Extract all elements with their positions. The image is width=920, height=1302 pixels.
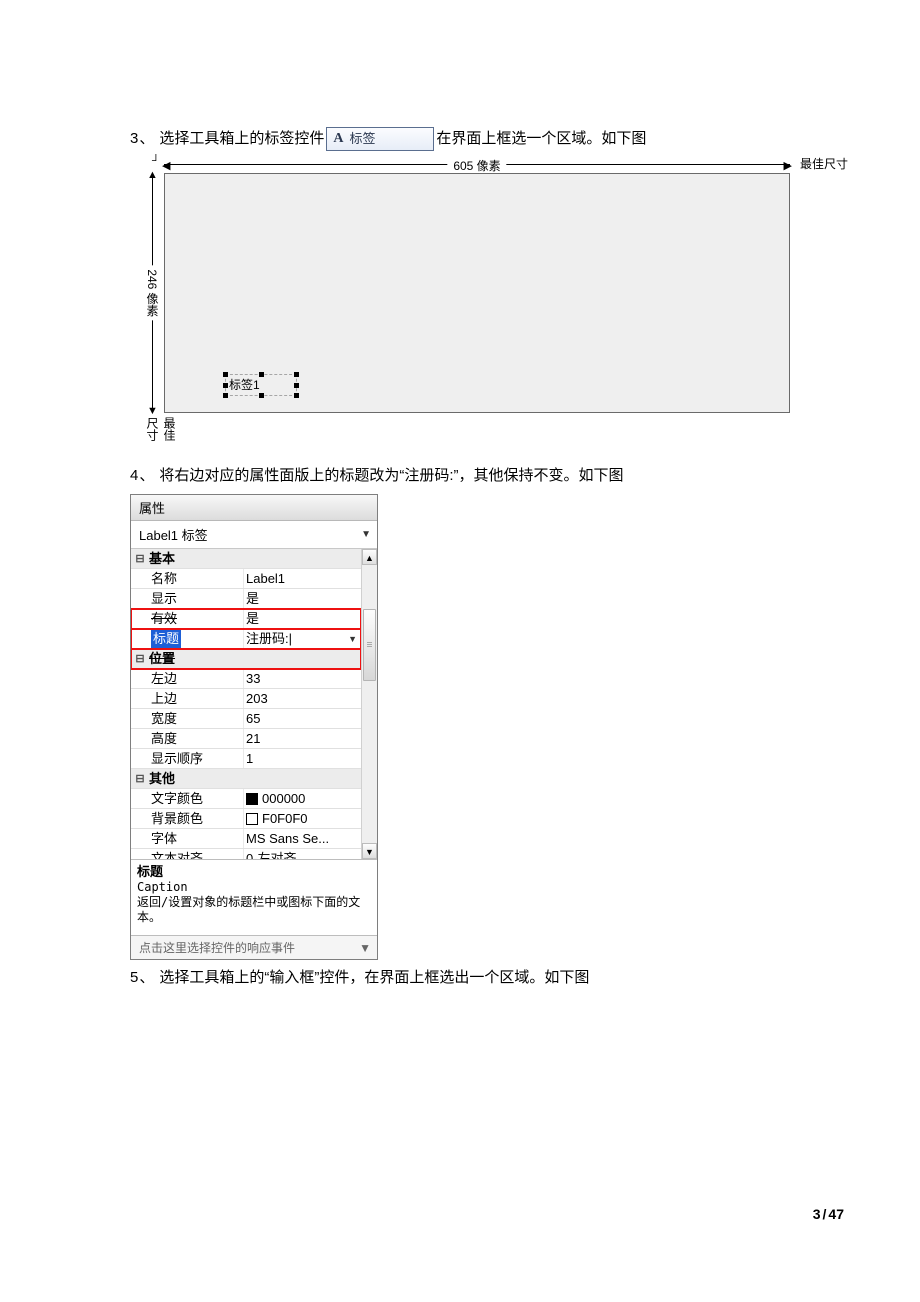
step-5-body: 选择工具箱上的“输入框”控件，在界面上框选出一个区域。如下图 bbox=[159, 966, 589, 990]
section-position[interactable]: ⊟ 位置 bbox=[131, 649, 361, 669]
vertical-dimension: ▲ ▼ 246 像素 bbox=[146, 173, 160, 413]
section-basic[interactable]: ⊟ 基本 bbox=[131, 549, 361, 569]
label-control-text: 标签1 bbox=[229, 378, 260, 392]
prop-caption-name: 标题 bbox=[151, 629, 181, 648]
properties-panel: 属性 Label1 标签 ▼ ⊟ 基本 名称 Label1 显示 是 bbox=[130, 494, 378, 960]
color-swatch-icon bbox=[246, 793, 258, 805]
form-design-area[interactable]: 标签1 bbox=[164, 173, 790, 413]
design-canvas-figure: ┘ ◀ ▶ 605 像素 最佳尺寸 ▲ ▼ 246 像素 最佳尺寸 标签1 bbox=[130, 155, 790, 450]
arrow-up-icon: ▲ bbox=[147, 169, 158, 181]
property-description: 标题 Caption 返回/设置对象的标题栏中或图标下面的文本。 bbox=[131, 859, 377, 935]
desc-title: 标题 bbox=[137, 864, 371, 880]
prop-row-height[interactable]: 高度 21 bbox=[131, 729, 361, 749]
toolbox-label-button[interactable]: A 标签 bbox=[326, 127, 434, 151]
prop-caption-value[interactable]: 注册码:| bbox=[246, 629, 292, 648]
selected-label-control[interactable]: 标签1 bbox=[225, 374, 297, 396]
scroll-up-icon[interactable]: ▲ bbox=[362, 549, 377, 565]
object-selector[interactable]: Label1 标签 ▼ bbox=[131, 521, 377, 549]
prop-row-width[interactable]: 宽度 65 bbox=[131, 709, 361, 729]
prop-row-name[interactable]: 名称 Label1 bbox=[131, 569, 361, 589]
collapse-icon: ⊟ bbox=[131, 769, 149, 788]
object-selector-text: Label1 标签 bbox=[139, 525, 208, 544]
color-swatch-icon bbox=[246, 813, 258, 825]
step-4-body: 将右边对应的属性面版上的标题改为“注册码:”，其他保持不变。如下图 bbox=[159, 464, 623, 488]
event-selector-text: 点击这里选择控件的响应事件 bbox=[139, 939, 295, 956]
prop-row-align[interactable]: 文本对齐 0-左对齐 bbox=[131, 849, 361, 859]
step-3-after: 在界面上框选一个区域。如下图 bbox=[436, 127, 646, 151]
chevron-down-icon: ▼ bbox=[359, 941, 371, 955]
prop-row-left[interactable]: 左边 33 bbox=[131, 669, 361, 689]
collapse-icon: ⊟ bbox=[131, 649, 149, 668]
best-size-bottom: 最佳尺寸 bbox=[144, 417, 178, 450]
step-4-prefix: 4、 bbox=[130, 464, 155, 488]
prop-row-forecolor[interactable]: 文字颜色 000000 bbox=[131, 789, 361, 809]
step-4-text: 4、 将右边对应的属性面版上的标题改为“注册码:”，其他保持不变。如下图 bbox=[130, 464, 850, 488]
toolbox-label-text: 标签 bbox=[349, 129, 375, 150]
step-3-prefix: 3、 bbox=[130, 127, 155, 151]
step-3-text: 3、 选择工具箱上的标签控件 A 标签 在界面上框选一个区域。如下图 bbox=[130, 127, 850, 151]
section-other[interactable]: ⊟ 其他 bbox=[131, 769, 361, 789]
prop-row-visible[interactable]: 显示 是 bbox=[131, 589, 361, 609]
arrow-down-icon: ▼ bbox=[147, 405, 158, 417]
prop-row-top[interactable]: 上边 203 bbox=[131, 689, 361, 709]
collapse-icon: ⊟ bbox=[131, 549, 149, 568]
horizontal-dimension-label: 605 像素 bbox=[447, 157, 506, 174]
event-selector[interactable]: 点击这里选择控件的响应事件 ▼ bbox=[131, 935, 377, 959]
property-scrollbar[interactable]: ▲ ▼ bbox=[361, 549, 377, 859]
step-5-text: 5、 选择工具箱上的“输入框”控件，在界面上框选出一个区域。如下图 bbox=[130, 966, 850, 990]
prop-row-font[interactable]: 字体 MS Sans Se... bbox=[131, 829, 361, 849]
desc-text: 返回/设置对象的标题栏中或图标下面的文本。 bbox=[137, 895, 371, 925]
text-icon: A bbox=[333, 128, 343, 150]
best-size-right: 最佳尺寸 bbox=[800, 155, 848, 172]
scroll-thumb[interactable] bbox=[363, 609, 376, 681]
horizontal-dimension: ◀ ▶ 605 像素 bbox=[164, 159, 790, 171]
property-grid: ⊟ 基本 名称 Label1 显示 是 有效 是 标 bbox=[131, 549, 361, 859]
arrow-left-icon: ◀ bbox=[162, 159, 170, 172]
ruler-corner-icon: ┘ bbox=[152, 155, 160, 167]
prop-row-backcolor[interactable]: 背景颜色 F0F0F0 bbox=[131, 809, 361, 829]
chevron-down-icon: ▼ bbox=[361, 529, 371, 540]
page-number: 3/47 bbox=[813, 1206, 844, 1222]
properties-panel-title: 属性 bbox=[131, 495, 377, 521]
chevron-down-icon[interactable]: ▼ bbox=[348, 629, 357, 648]
vertical-dimension-label: 246 像素 bbox=[144, 265, 161, 320]
step-5-prefix: 5、 bbox=[130, 966, 155, 990]
step-3-before: 选择工具箱上的标签控件 bbox=[159, 127, 324, 151]
scroll-down-icon[interactable]: ▼ bbox=[362, 843, 377, 859]
prop-row-caption[interactable]: 标题 注册码:| ▼ bbox=[131, 629, 361, 649]
prop-row-enabled[interactable]: 有效 是 bbox=[131, 609, 361, 629]
desc-english: Caption bbox=[137, 880, 371, 895]
arrow-right-icon: ▶ bbox=[784, 159, 792, 172]
prop-row-zorder[interactable]: 显示顺序 1 bbox=[131, 749, 361, 769]
